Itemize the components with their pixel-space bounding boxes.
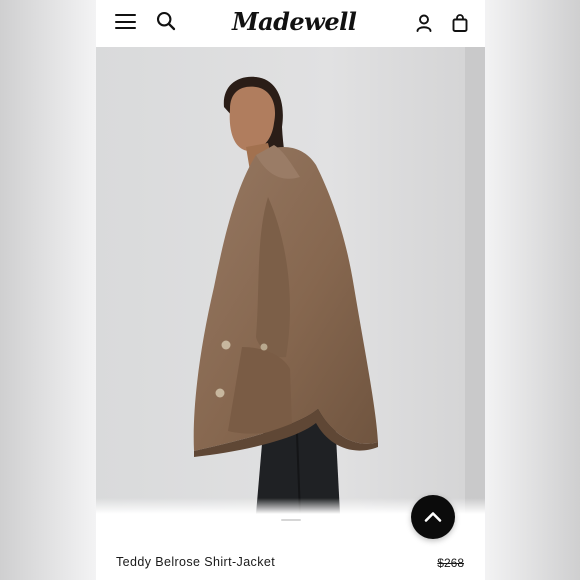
hamburger-menu-icon[interactable]	[115, 13, 137, 31]
drawer-handle[interactable]	[281, 519, 301, 521]
product-price: $268	[437, 556, 464, 570]
site-header: Madewell	[96, 0, 485, 47]
product-name[interactable]: Teddy Belrose Shirt-Jacket	[116, 555, 275, 569]
product-image-carousel[interactable]	[96, 47, 485, 514]
brand-logo[interactable]: Madewell	[232, 6, 357, 38]
account-icon[interactable]	[414, 13, 434, 33]
chevron-up-icon	[424, 512, 442, 522]
search-icon[interactable]	[156, 11, 176, 31]
phone-screen: Madewell Teddy Belrose Shirt-Jacket $268	[96, 0, 485, 580]
next-image-peek[interactable]	[465, 47, 485, 514]
shopping-bag-icon[interactable]	[451, 13, 469, 33]
product-photo	[96, 47, 485, 514]
scroll-to-top-button[interactable]	[411, 495, 455, 539]
